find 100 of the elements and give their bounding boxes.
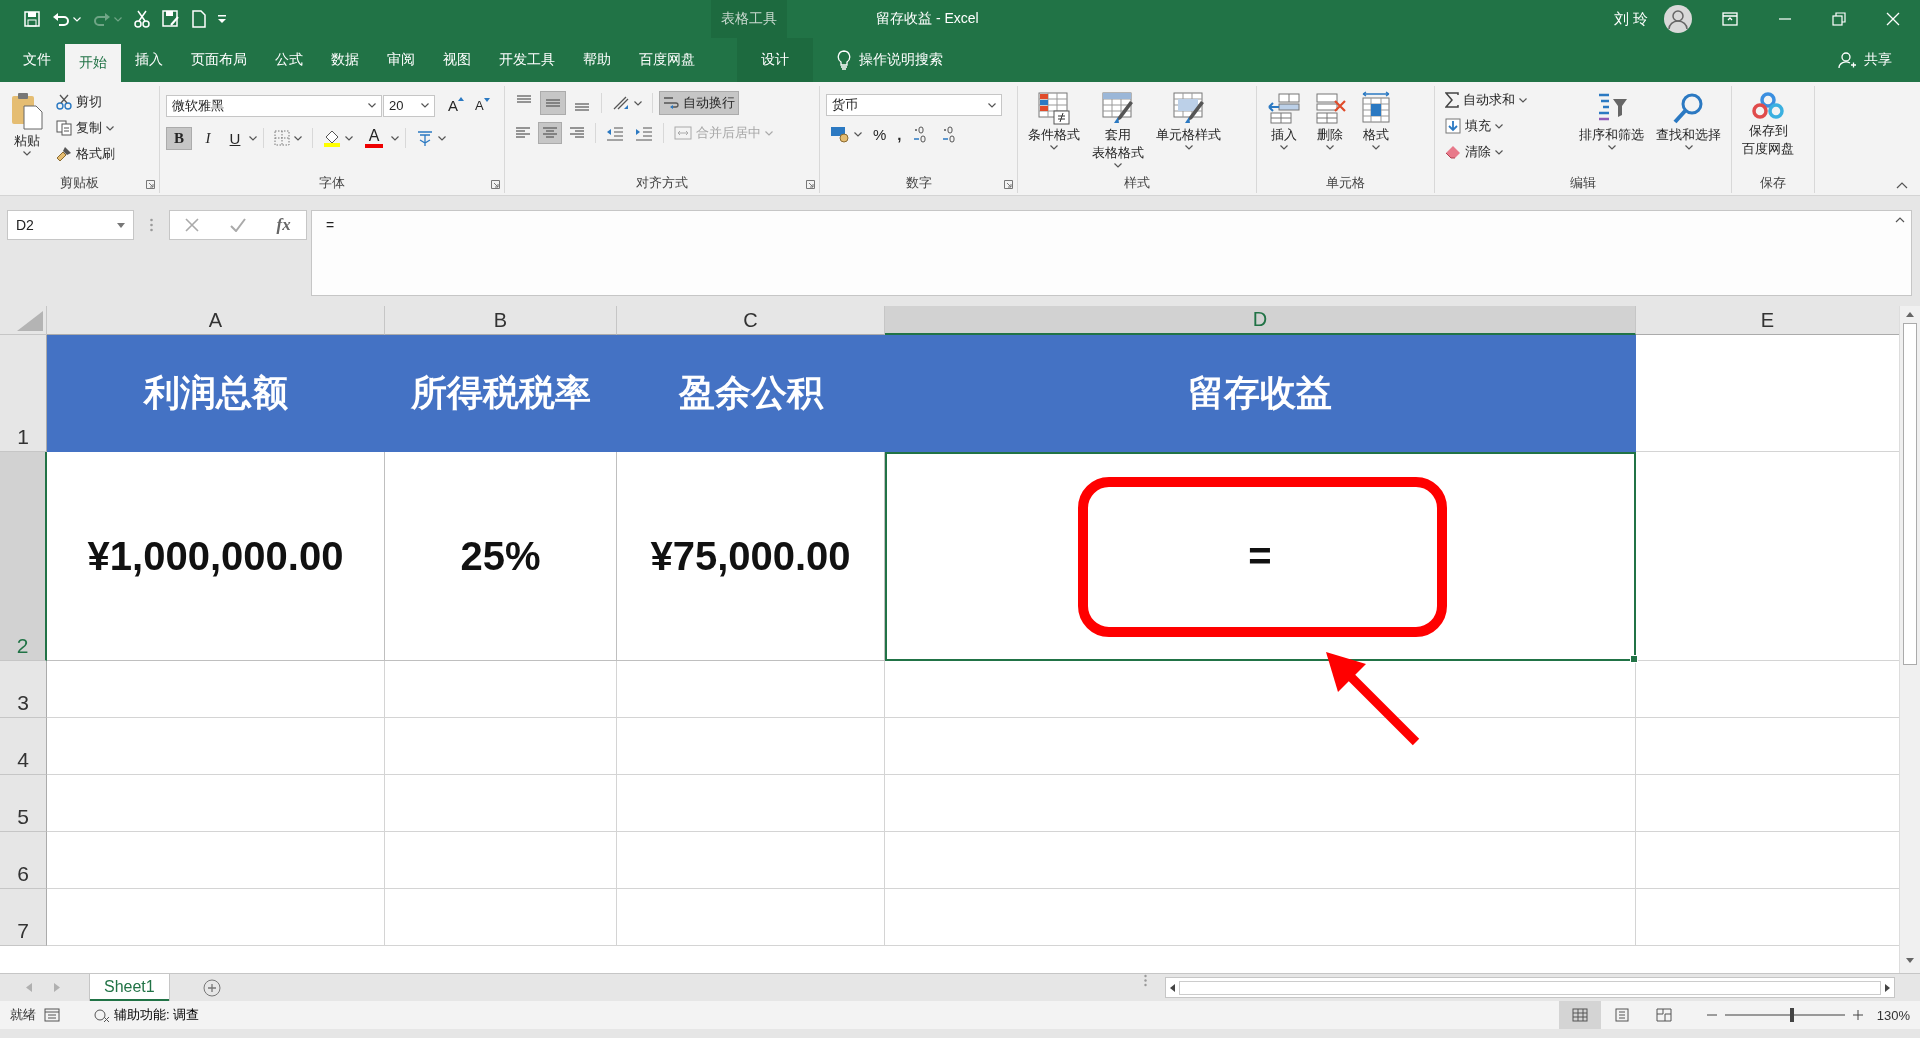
font-color-button[interactable]: A	[360, 125, 388, 151]
close-button[interactable]	[1886, 12, 1900, 26]
scroll-up-icon[interactable]	[1906, 312, 1914, 317]
vertical-align-button[interactable]	[540, 91, 566, 115]
editing-button[interactable]: 自动求和	[1441, 88, 1571, 112]
collapse-formula-icon[interactable]	[1895, 217, 1905, 223]
cut-button[interactable]: 剪切	[52, 90, 119, 114]
view-button[interactable]	[1558, 1001, 1601, 1029]
cells-button[interactable]: 删除	[1309, 88, 1351, 153]
horizontal-align-button[interactable]	[538, 122, 562, 144]
column-header[interactable]: D	[885, 306, 1636, 335]
save-as-button[interactable]	[162, 10, 180, 28]
ribbon-tab[interactable]: 开发工具	[485, 38, 569, 82]
dialog-launcher-icon[interactable]	[146, 180, 155, 189]
zoom-in-button[interactable]	[1852, 1010, 1863, 1020]
ribbon-tab[interactable]: 数据	[317, 38, 373, 82]
ribbon-tab[interactable]: 插入	[121, 38, 177, 82]
row-header[interactable]: 6	[0, 832, 47, 889]
paint-bucket-icon	[323, 129, 341, 147]
restore-button[interactable]	[1832, 12, 1846, 26]
column-header[interactable]: C	[617, 306, 885, 335]
comma-style-button[interactable]: ,	[893, 122, 906, 146]
dialog-launcher-icon[interactable]	[1004, 180, 1013, 189]
ribbon-tab[interactable]: 视图	[429, 38, 485, 82]
style-gallery-button[interactable]: 条件格式	[1024, 88, 1084, 153]
redo-button[interactable]	[93, 11, 122, 27]
decrease-font-button[interactable]: A	[471, 95, 494, 116]
row-header[interactable]: 5	[0, 775, 47, 832]
restore-icon	[1832, 12, 1846, 26]
macro-record-icon[interactable]	[44, 1008, 60, 1022]
dialog-launcher-icon[interactable]	[491, 180, 500, 189]
sheet-tab[interactable]: Sheet1	[90, 974, 169, 1001]
font-name-dropdown[interactable]: 微软雅黑	[166, 94, 382, 117]
editing-button[interactable]: 清除	[1441, 140, 1571, 164]
ribbon-tab[interactable]: 设计	[737, 38, 813, 82]
row-header[interactable]: 3	[0, 661, 47, 718]
row-header[interactable]: 1	[0, 335, 47, 452]
save-button[interactable]	[24, 11, 40, 27]
dropdown-icon	[218, 15, 226, 23]
copy-button[interactable]: 复制	[52, 116, 119, 140]
ribbon-tab[interactable]: 帮助	[569, 38, 625, 82]
previous-sheet-icon[interactable]	[26, 983, 32, 992]
new-document-button[interactable]	[192, 10, 206, 28]
enter-button[interactable]	[229, 218, 246, 232]
row-header[interactable]: 7	[0, 889, 47, 946]
undo-button[interactable]	[52, 11, 81, 27]
cells-button[interactable]: 格式	[1355, 88, 1397, 153]
style-gallery-button[interactable]: 套用 表格格式	[1088, 88, 1148, 171]
column-header[interactable]: A	[47, 306, 385, 335]
font-size-dropdown[interactable]: 20	[383, 94, 435, 117]
tell-me-search[interactable]: 操作说明搜索	[823, 38, 957, 82]
text-style-button[interactable]: I	[195, 126, 221, 150]
editing-large-button[interactable]: 排序和筛选	[1575, 88, 1648, 153]
insert-function-button[interactable]: fx	[276, 215, 291, 235]
customize-toolbar-button[interactable]	[218, 15, 226, 23]
style-gallery-button[interactable]: 单元格样式	[1152, 88, 1225, 153]
vertical-scrollbar[interactable]	[1899, 306, 1920, 973]
share-button[interactable]: 共享	[1824, 38, 1906, 82]
editing-button[interactable]: 填充	[1441, 114, 1571, 138]
align-lines-icon	[516, 95, 532, 103]
ribbon-tab[interactable]: 开始	[65, 44, 121, 82]
zoom-slider-thumb[interactable]	[1789, 1008, 1794, 1022]
text-style-button[interactable]: B	[166, 126, 192, 150]
save-edit-icon	[162, 10, 180, 28]
ribbon-display-button[interactable]	[1722, 12, 1738, 26]
ribbon-tab[interactable]: 审阅	[373, 38, 429, 82]
save-to-cloud-button[interactable]: 保存到 百度网盘	[1738, 88, 1798, 160]
paste-button[interactable]: 粘贴	[6, 88, 48, 159]
cancel-button[interactable]	[185, 218, 200, 232]
accessibility-status[interactable]: 辅助功能: 调查	[94, 1006, 200, 1024]
percent-button[interactable]: %	[869, 122, 891, 146]
row-header[interactable]: 4	[0, 718, 47, 775]
cells-button[interactable]: 插入	[1263, 88, 1305, 153]
ribbon-tab[interactable]: 页面布局	[177, 38, 261, 82]
split-handle-icon[interactable]	[1144, 974, 1147, 987]
paintbrush-icon	[56, 146, 72, 162]
ribbon-tab[interactable]: 百度网盘	[625, 38, 709, 82]
next-sheet-icon[interactable]	[54, 983, 60, 992]
column-header[interactable]: B	[385, 306, 617, 335]
column-header[interactable]: E	[1636, 306, 1899, 335]
cut-button[interactable]	[134, 10, 150, 28]
ribbon-tab[interactable]: 公式	[261, 38, 317, 82]
number-format-dropdown[interactable]: 货币	[826, 94, 1002, 116]
dialog-launcher-icon[interactable]	[806, 180, 815, 189]
scroll-down-icon[interactable]	[1906, 958, 1914, 963]
row-header[interactable]: 2	[0, 452, 47, 661]
dropdown-arrow-icon	[117, 222, 125, 228]
increase-font-button[interactable]: A	[444, 94, 468, 117]
formula-input[interactable]: =	[311, 210, 1912, 296]
wrap-text-button[interactable]: 自动换行	[659, 91, 739, 115]
caret-icon	[294, 135, 302, 141]
text-style-button[interactable]: U	[224, 126, 246, 150]
horizontal-scrollbar[interactable]	[1165, 977, 1895, 998]
format-painter-button[interactable]: 格式刷	[52, 142, 119, 166]
indent-increase-icon	[635, 125, 653, 141]
ribbon-tab[interactable]: 文件	[9, 38, 65, 82]
header-cell: 利润总额	[47, 335, 385, 452]
collapse-ribbon-icon[interactable]	[1896, 182, 1908, 189]
editing-large-button[interactable]: 查找和选择	[1652, 88, 1725, 153]
name-box[interactable]: D2	[7, 210, 134, 240]
